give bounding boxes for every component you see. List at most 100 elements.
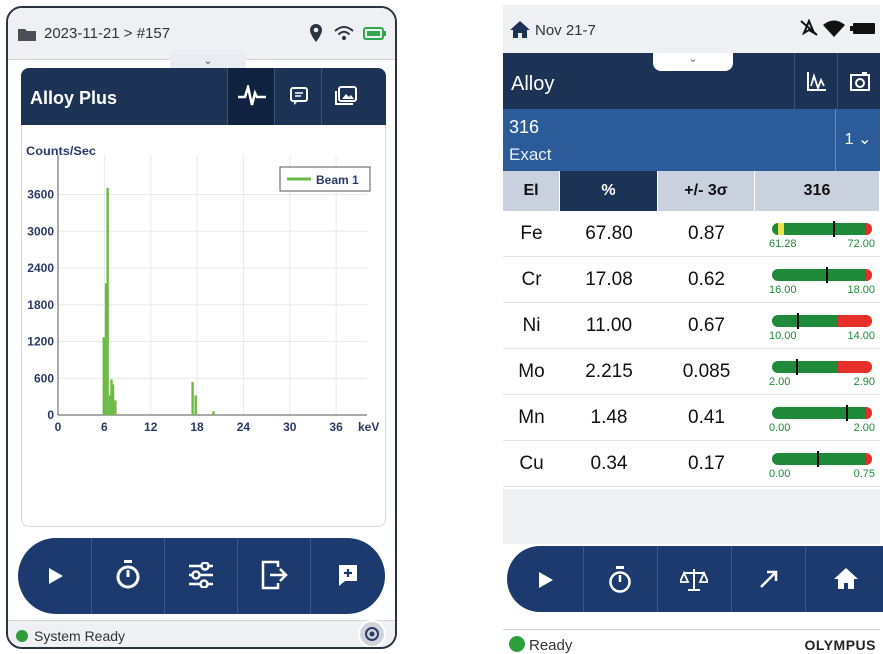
table-row[interactable]: Fe 67.80 0.87 61.28 72.00 bbox=[503, 211, 880, 257]
spectrum-peak bbox=[106, 187, 109, 415]
spectrum-peak bbox=[114, 400, 117, 415]
status-bar-top-right: Nov 21-7 bbox=[503, 5, 880, 53]
grade-range-indicator: 61.28 72.00 bbox=[769, 219, 875, 251]
match-selector-dropdown[interactable]: 1 ⌄ bbox=[835, 109, 880, 171]
range-max-label: 2.00 bbox=[853, 422, 875, 434]
play-icon bbox=[49, 568, 63, 584]
value-marker bbox=[832, 221, 835, 237]
value-marker bbox=[826, 267, 828, 283]
cell-pct: 17.08 bbox=[585, 269, 633, 290]
camera-button[interactable] bbox=[837, 53, 880, 109]
timer-button[interactable] bbox=[91, 538, 164, 614]
range-segment bbox=[778, 223, 784, 235]
range-min-label: 2.00 bbox=[769, 376, 791, 388]
range-bar bbox=[772, 407, 872, 419]
cell-err: 0.62 bbox=[688, 269, 725, 290]
grade-range-indicator: 2.00 2.90 bbox=[769, 357, 875, 389]
compare-button[interactable] bbox=[657, 546, 731, 612]
spectrum-peak bbox=[212, 411, 215, 415]
grade-range-indicator: 10.00 14.00 bbox=[769, 311, 875, 343]
image-button[interactable] bbox=[321, 68, 368, 125]
y-tick-label: 0 bbox=[47, 408, 54, 422]
camera-shutter-button[interactable] bbox=[358, 620, 386, 647]
cell-pct: 11.00 bbox=[585, 315, 633, 336]
status-bar-bottom: System Ready bbox=[8, 620, 395, 647]
y-tick-label: 1800 bbox=[27, 298, 54, 312]
add-comment-icon bbox=[339, 565, 357, 586]
y-axis-label: Counts/Sec bbox=[26, 144, 96, 158]
y-tick-label: 1200 bbox=[27, 335, 54, 349]
column-header-element[interactable]: El bbox=[503, 171, 560, 211]
table-row[interactable]: Cr 17.08 0.62 16.00 18.00 bbox=[503, 257, 880, 303]
pull-down-tab[interactable]: ⌄ bbox=[653, 53, 733, 71]
x-tick-label: 30 bbox=[283, 420, 297, 434]
chart-legend: Beam 1 bbox=[279, 166, 371, 192]
home-button[interactable] bbox=[805, 546, 883, 612]
settings-sliders-button[interactable] bbox=[164, 538, 237, 614]
add-comment-button[interactable] bbox=[310, 538, 383, 614]
range-segment bbox=[838, 361, 872, 373]
grade-range-indicator: 0.00 2.00 bbox=[769, 403, 875, 435]
spectrum-chart: 0 6 12 18 24 30 36 0 600 1200 1800 2400 3000 3600 Cou… bbox=[26, 144, 379, 434]
range-segment bbox=[866, 453, 872, 465]
column-header-error[interactable]: +/- 3σ bbox=[658, 171, 755, 211]
results-table-header: El % +/- 3σ 316 bbox=[503, 171, 880, 211]
range-max-label: 72.00 bbox=[847, 238, 875, 250]
range-min-label: 61.28 bbox=[769, 238, 797, 250]
x-tick-label: 24 bbox=[237, 420, 251, 434]
y-tick-label: 3600 bbox=[27, 188, 54, 202]
range-segment bbox=[866, 407, 872, 419]
start-button[interactable] bbox=[18, 538, 91, 614]
range-bar bbox=[772, 269, 872, 281]
notes-button[interactable] bbox=[274, 68, 321, 125]
timer-button[interactable] bbox=[583, 546, 657, 612]
battery-icon bbox=[363, 27, 386, 40]
range-max-label: 18.00 bbox=[847, 284, 875, 296]
shutter-icon bbox=[365, 627, 379, 641]
table-row[interactable]: Mn 1.48 0.41 0.00 2.00 bbox=[503, 395, 880, 441]
table-row[interactable]: Ni 11.00 0.67 10.00 14.00 bbox=[503, 303, 880, 349]
table-row[interactable]: Mo 2.215 0.085 2.00 2.90 bbox=[503, 349, 880, 395]
column-header-grade[interactable]: 316 bbox=[755, 171, 880, 211]
cell-err: 0.87 bbox=[688, 223, 725, 244]
range-min-label: 10.00 bbox=[769, 330, 797, 342]
start-button[interactable] bbox=[507, 546, 583, 612]
range-min-label: 0.00 bbox=[769, 422, 791, 434]
export-button[interactable] bbox=[731, 546, 805, 612]
range-bar bbox=[772, 315, 872, 327]
home-icon bbox=[510, 21, 530, 38]
cell-err: 0.41 bbox=[688, 407, 725, 428]
cell-err: 0.17 bbox=[688, 453, 725, 474]
location-icon bbox=[310, 24, 322, 42]
range-bar bbox=[772, 223, 872, 235]
spectrum-view-button[interactable] bbox=[794, 53, 837, 109]
grade-range-indicator: 0.00 0.75 bbox=[769, 449, 875, 481]
y-tick-label: 3000 bbox=[27, 224, 54, 238]
grade-match-panel: 316 Exact 1 ⌄ bbox=[503, 109, 880, 171]
column-header-percent[interactable]: % bbox=[560, 171, 658, 211]
cell-el: Cu bbox=[519, 453, 544, 474]
session-title[interactable]: Nov 21-7 bbox=[535, 22, 596, 39]
value-marker bbox=[797, 313, 799, 329]
range-min-label: 0.00 bbox=[769, 468, 791, 480]
export-button[interactable] bbox=[237, 538, 310, 614]
range-segment bbox=[838, 315, 872, 327]
cell-pct: 0.34 bbox=[590, 453, 628, 474]
x-axis-label: keV bbox=[358, 420, 379, 434]
y-tick-label: 2400 bbox=[27, 261, 54, 275]
session-breadcrumb[interactable]: 2023-11-21 > #157 bbox=[44, 25, 170, 42]
sliders-icon bbox=[189, 562, 213, 588]
range-max-label: 2.90 bbox=[853, 376, 875, 388]
spectrum-chart-panel: 0 6 12 18 24 30 36 0 600 1200 1800 2400 3000 3600 Cou… bbox=[21, 125, 386, 527]
spectrum-view-button[interactable] bbox=[227, 68, 274, 125]
value-marker bbox=[795, 359, 798, 375]
table-row[interactable]: Cu 0.34 0.17 0.00 0.75 bbox=[503, 441, 880, 487]
wifi-icon bbox=[823, 20, 845, 37]
camera-icon bbox=[850, 72, 870, 91]
spectrum-peak bbox=[111, 384, 115, 415]
value-marker bbox=[817, 451, 820, 467]
x-tick-label: 12 bbox=[144, 420, 158, 434]
brand-logo: OLYMPUS bbox=[804, 637, 876, 653]
range-bar bbox=[772, 453, 872, 465]
range-bar bbox=[772, 361, 872, 373]
